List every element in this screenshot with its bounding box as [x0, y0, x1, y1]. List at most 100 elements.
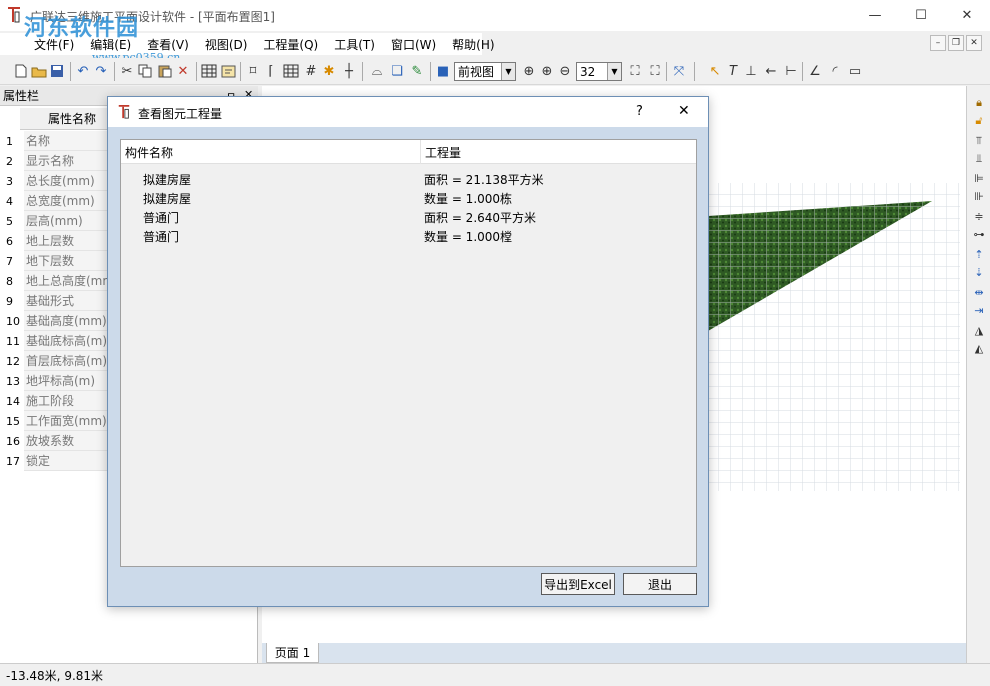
maximize-button[interactable]: ☐: [898, 0, 944, 31]
component-quantity: 面积 = 21.138平方米: [424, 173, 544, 187]
mdi-close-button[interactable]: ✕: [966, 35, 982, 51]
property-row-number: 3: [6, 174, 13, 188]
view-select[interactable]: 前视图 ▼: [454, 62, 516, 81]
list-item[interactable]: 普通门 面积 = 2.640平方米: [121, 207, 696, 226]
menu-display[interactable]: 视图(D): [197, 36, 256, 53]
minimize-button[interactable]: —: [852, 0, 898, 31]
lock-icon[interactable]: 🔒︎: [970, 94, 988, 111]
delete-icon[interactable]: ✕: [174, 62, 192, 80]
menu-tools[interactable]: 工具(T): [326, 36, 383, 53]
property-row-number: 16: [6, 434, 20, 448]
flip-icon[interactable]: ◭: [970, 340, 988, 357]
distribute-vertical-icon[interactable]: ⇥: [970, 302, 988, 319]
measure-icon[interactable]: ⊢: [782, 62, 800, 80]
column-header-component[interactable]: 构件名称: [121, 140, 421, 164]
list-item[interactable]: 拟建房屋 面积 = 21.138平方米: [121, 169, 696, 188]
view-select-value: 前视图: [458, 65, 495, 79]
rectangle-icon[interactable]: ▭: [846, 62, 864, 80]
zoom-select-value: 32: [580, 64, 596, 79]
dialog-title-bar: 查看图元工程量 ? ✕: [108, 97, 708, 127]
snap-point-icon[interactable]: ⌑: [244, 62, 262, 80]
bring-forward-icon[interactable]: ⇡: [970, 246, 988, 263]
property-panel-title: 属性栏: [3, 89, 40, 103]
list-item[interactable]: 拟建房屋 数量 = 1.000栋: [121, 188, 696, 207]
angle-icon[interactable]: ∠: [806, 62, 824, 80]
main-toolbar: ↶ ↷ ✂ ✕ ⌑ ⌈ # ✱ ┼ ⌓ ❏ ✎ ■ 前视图 ▼ ⊕ ⊕ ⊖ 32…: [0, 58, 990, 85]
property-row-number: 4: [6, 194, 13, 208]
property-row-number: 8: [6, 274, 13, 288]
cut-icon[interactable]: ✂: [118, 62, 136, 80]
export-excel-button[interactable]: 导出到Excel: [541, 573, 615, 595]
exit-button[interactable]: 退出: [623, 573, 697, 595]
select-pointer-icon[interactable]: ↖: [706, 62, 724, 80]
axis-grid-icon[interactable]: #: [302, 62, 320, 80]
layers-icon[interactable]: ❏: [388, 62, 406, 80]
dialog-app-icon: [118, 105, 130, 119]
new-file-icon[interactable]: [12, 62, 30, 80]
property-row-number: 5: [6, 214, 13, 228]
component-name: 拟建房屋: [143, 192, 192, 206]
center-horizontal-icon[interactable]: ⊶: [970, 226, 988, 243]
property-row-number: 9: [6, 294, 13, 308]
zoom-out-icon[interactable]: ⊖: [556, 62, 574, 80]
copy-icon[interactable]: [136, 62, 154, 80]
chevron-down-icon[interactable]: ▼: [607, 63, 621, 80]
unlock-icon[interactable]: 🔓︎: [970, 112, 988, 129]
center-vertical-icon[interactable]: ≑: [970, 208, 988, 225]
polygon-icon[interactable]: ⌓: [368, 62, 386, 80]
align-left-icon[interactable]: ⊫: [970, 170, 988, 187]
menu-quantity[interactable]: 工程量(Q): [255, 36, 326, 53]
properties-icon[interactable]: [220, 62, 238, 80]
send-backward-icon[interactable]: ⇣: [970, 264, 988, 281]
align-top-icon[interactable]: ⫪: [970, 132, 988, 149]
column-header-quantity[interactable]: 工程量: [421, 140, 696, 164]
zoom-in-icon[interactable]: ⊕: [520, 62, 538, 80]
distribute-horizontal-icon[interactable]: ⇹: [970, 284, 988, 301]
undo-icon[interactable]: ↶: [74, 62, 92, 80]
menu-view[interactable]: 查看(V): [139, 36, 197, 53]
redo-icon[interactable]: ↷: [92, 62, 110, 80]
status-bar: -13.48米, 9.81米: [0, 663, 990, 686]
dialog-help-button[interactable]: ?: [636, 104, 643, 119]
zoom-window-icon[interactable]: ⊕: [538, 62, 556, 80]
mdi-controls: – ❐ ✕: [930, 35, 982, 51]
menu-window[interactable]: 窗口(W): [383, 36, 444, 53]
component-name: 普通门: [143, 230, 180, 244]
close-button[interactable]: ✕: [944, 0, 990, 31]
pan-icon[interactable]: ⛶: [626, 62, 644, 80]
mdi-restore-button[interactable]: ❐: [948, 35, 964, 51]
fit-view-icon[interactable]: ⤧: [670, 62, 688, 80]
menu-help[interactable]: 帮助(H): [444, 36, 502, 53]
dimension-icon[interactable]: ⊥: [742, 62, 760, 80]
align-right-icon[interactable]: ⊪: [970, 188, 988, 205]
cursor-coordinates: -13.48米, 9.81米: [6, 668, 104, 683]
property-row-number: 10: [6, 314, 20, 328]
grid-icon[interactable]: [282, 62, 300, 80]
list-item[interactable]: 普通门 数量 = 1.000樘: [121, 226, 696, 245]
open-folder-icon[interactable]: [30, 62, 48, 80]
tab-page-1[interactable]: 页面 1: [266, 643, 319, 663]
save-icon[interactable]: [48, 62, 66, 80]
ortho-icon[interactable]: ⌈: [262, 62, 280, 80]
arc-icon[interactable]: ◜: [826, 62, 844, 80]
crosshair-icon[interactable]: ✱: [320, 62, 338, 80]
zoom-extents-icon[interactable]: ⛶: [646, 62, 664, 80]
dialog-close-button[interactable]: ✕: [678, 103, 690, 119]
view-cube-icon[interactable]: ■: [434, 62, 452, 80]
arrow-left-icon[interactable]: ←: [762, 62, 780, 80]
plus-axis-icon[interactable]: ┼: [340, 62, 358, 80]
chevron-down-icon[interactable]: ▼: [501, 63, 515, 80]
quantity-list[interactable]: 构件名称 工程量 拟建房屋 面积 = 21.138平方米 拟建房屋 数量 = 1.00…: [120, 139, 697, 567]
paint-icon[interactable]: ✎: [408, 62, 426, 80]
paste-icon[interactable]: [156, 62, 174, 80]
property-row-number: 1: [6, 134, 13, 148]
grid-select-icon[interactable]: [200, 62, 218, 80]
component-name: 拟建房屋: [143, 173, 192, 187]
zoom-select[interactable]: 32 ▼: [576, 62, 622, 81]
text-icon[interactable]: T: [724, 62, 742, 80]
property-row-number: 15: [6, 414, 20, 428]
align-bottom-icon[interactable]: ⫫: [970, 150, 988, 167]
mdi-minimize-button[interactable]: –: [930, 35, 946, 51]
right-toolbar: 🔒︎ 🔓︎ ⫪ ⫫ ⊫ ⊪ ≑ ⊶ ⇡ ⇣ ⇹ ⇥ ◮ ◭: [966, 86, 990, 663]
mirror-icon[interactable]: ◮: [970, 322, 988, 339]
